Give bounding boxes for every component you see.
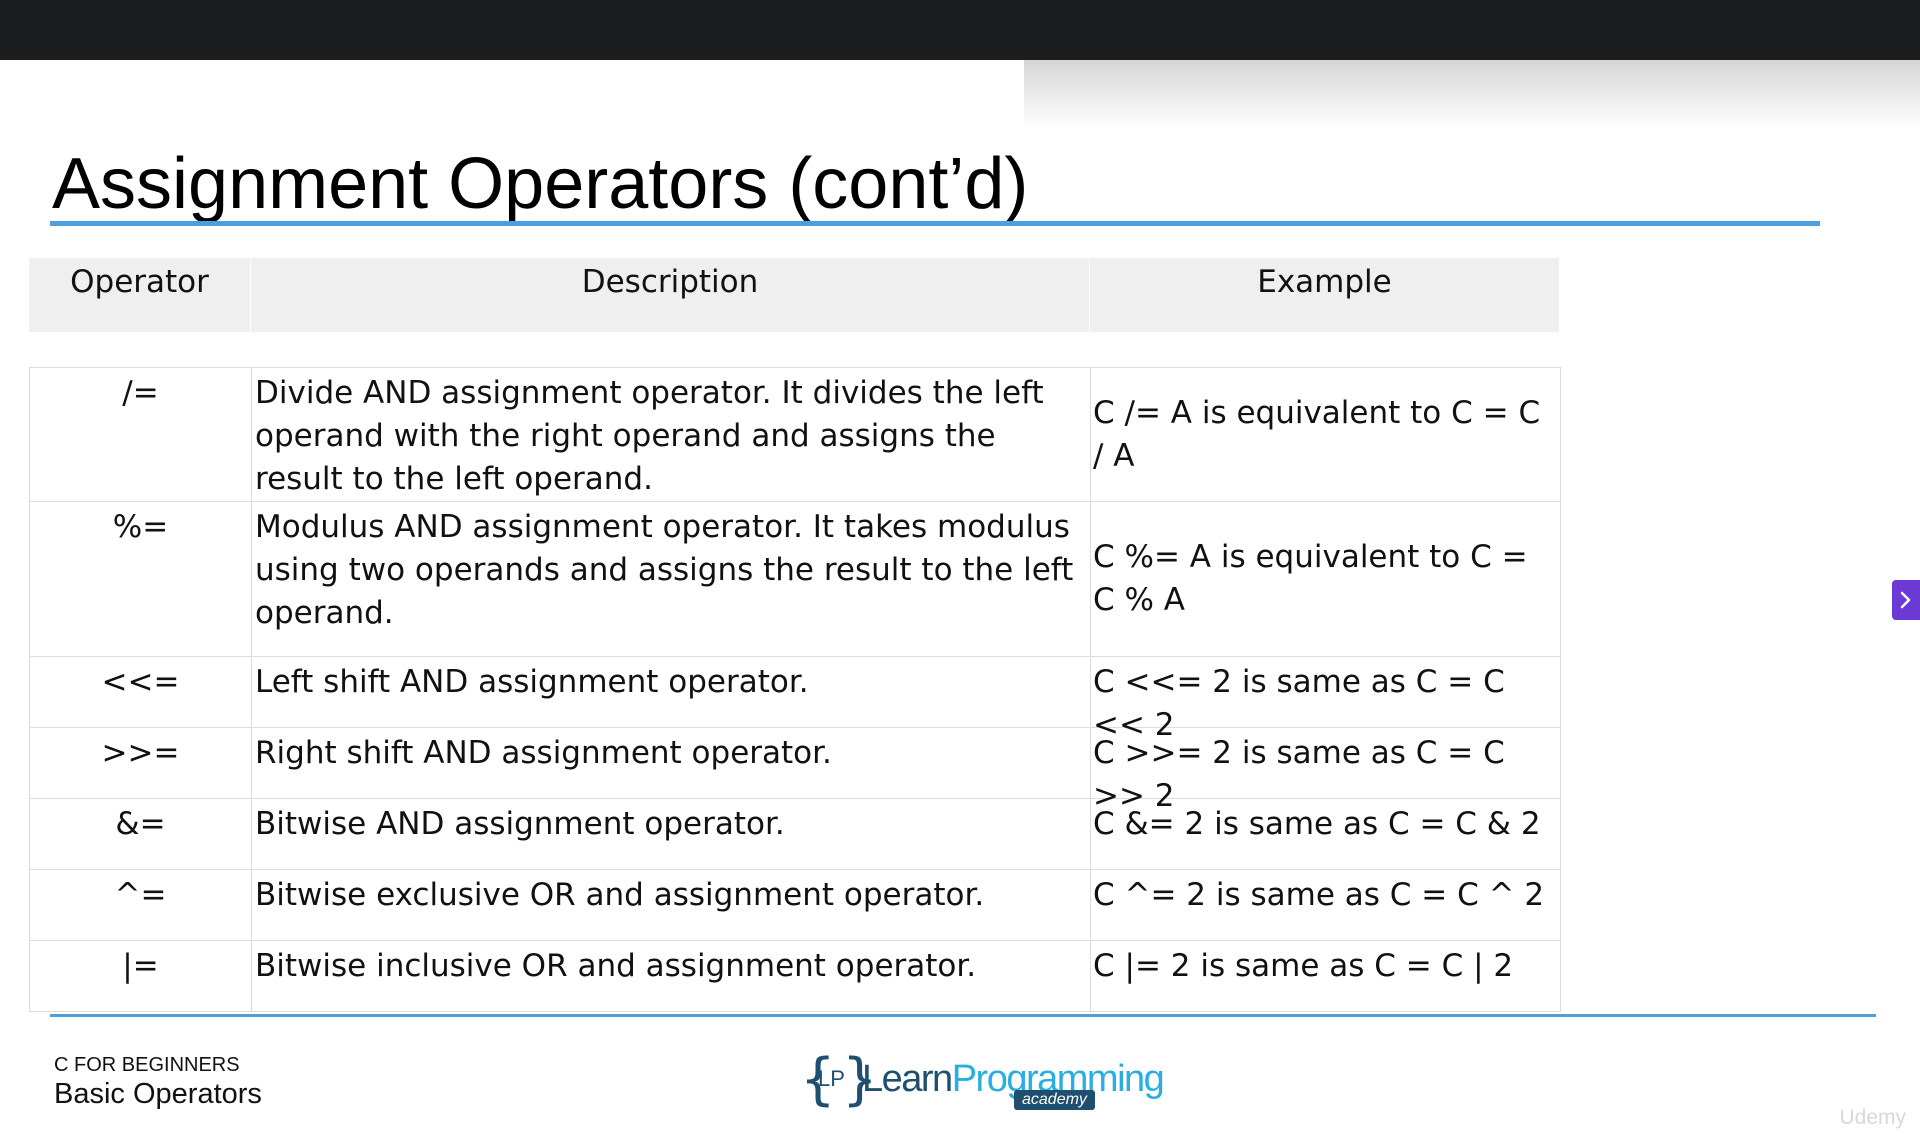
example-cell: C >>= 2 is same as C = C >> 2 [1090, 728, 1560, 814]
table-row: %= Modulus AND assignment operator. It t… [30, 502, 1560, 657]
example-cell: C &= 2 is same as C = C & 2 [1090, 799, 1560, 869]
example-text: C /= A is equivalent to C = C / A [1093, 394, 1541, 474]
logo-mark: LP [818, 1066, 845, 1091]
header-operator: Operator [70, 264, 209, 300]
title-underline [50, 221, 1820, 226]
table-header: Operator Description Example [29, 258, 1559, 332]
section-label: Basic Operators [54, 1078, 262, 1110]
operator-cell: /= [122, 375, 159, 411]
description-cell: Bitwise exclusive OR and assignment oper… [251, 870, 1090, 940]
logo-badge: academy [1014, 1090, 1095, 1110]
example-text: C |= 2 is same as C = C | 2 [1093, 948, 1514, 984]
example-text: C &= 2 is same as C = C & 2 [1093, 806, 1541, 842]
table-row: &= Bitwise AND assignment operator. C &=… [30, 799, 1560, 870]
operator-cell: ^= [114, 877, 167, 913]
example-cell: C <<= 2 is same as C = C << 2 [1090, 657, 1560, 743]
description-cell: Bitwise inclusive OR and assignment oper… [251, 941, 1090, 1011]
learnprogramming-logo: { LP } LearnProgramming academy [800, 1047, 1165, 1112]
table-row: >>= Right shift AND assignment operator.… [30, 728, 1560, 814]
course-label: C FOR BEGINNERS [54, 1054, 240, 1076]
description-cell: Divide AND assignment operator. It divid… [251, 368, 1090, 501]
example-cell: C %= A is equivalent to C = C % A [1090, 502, 1560, 656]
description-cell: Left shift AND assignment operator. [251, 657, 1090, 727]
example-cell: C |= 2 is same as C = C | 2 [1090, 941, 1560, 1011]
example-text: C %= A is equivalent to C = C % A [1093, 539, 1528, 618]
description-cell: Bitwise AND assignment operator. [251, 799, 1090, 869]
operator-cell: |= [122, 948, 159, 984]
header-example: Example [1089, 258, 1559, 332]
table-row: ^= Bitwise exclusive OR and assignment o… [30, 870, 1560, 941]
chevron-right-icon [1900, 591, 1911, 609]
operator-cell: %= [112, 509, 169, 545]
example-cell: C /= A is equivalent to C = C / A [1090, 368, 1560, 501]
description-cell: Right shift AND assignment operator. [251, 728, 1090, 798]
udemy-watermark: Udemy [1839, 1106, 1906, 1129]
logo-word-learn: Learn [862, 1058, 953, 1100]
description-cell: Modulus AND assignment operator. It take… [251, 502, 1090, 656]
table-row: |= Bitwise inclusive OR and assignment o… [30, 941, 1560, 1012]
video-player-top-bar [0, 0, 1920, 60]
operators-table: /= Divide AND assignment operator. It di… [29, 367, 1561, 1012]
footer-rule [50, 1014, 1876, 1017]
slide-title: Assignment Operators (cont’d) [52, 144, 1029, 224]
example-cell: C ^= 2 is same as C = C ^ 2 [1090, 870, 1560, 940]
operator-cell: >>= [101, 735, 180, 771]
operator-cell: <<= [101, 664, 180, 700]
table-row: <<= Left shift AND assignment operator. … [30, 657, 1560, 743]
table-row: /= Divide AND assignment operator. It di… [30, 368, 1560, 502]
header-description: Description [250, 258, 1089, 332]
top-shadow [1024, 60, 1920, 130]
next-lecture-button[interactable] [1892, 580, 1920, 620]
logo-wordmark: LearnProgramming [862, 1058, 1165, 1101]
operator-cell: &= [115, 806, 166, 842]
example-text: C ^= 2 is same as C = C ^ 2 [1093, 877, 1545, 913]
